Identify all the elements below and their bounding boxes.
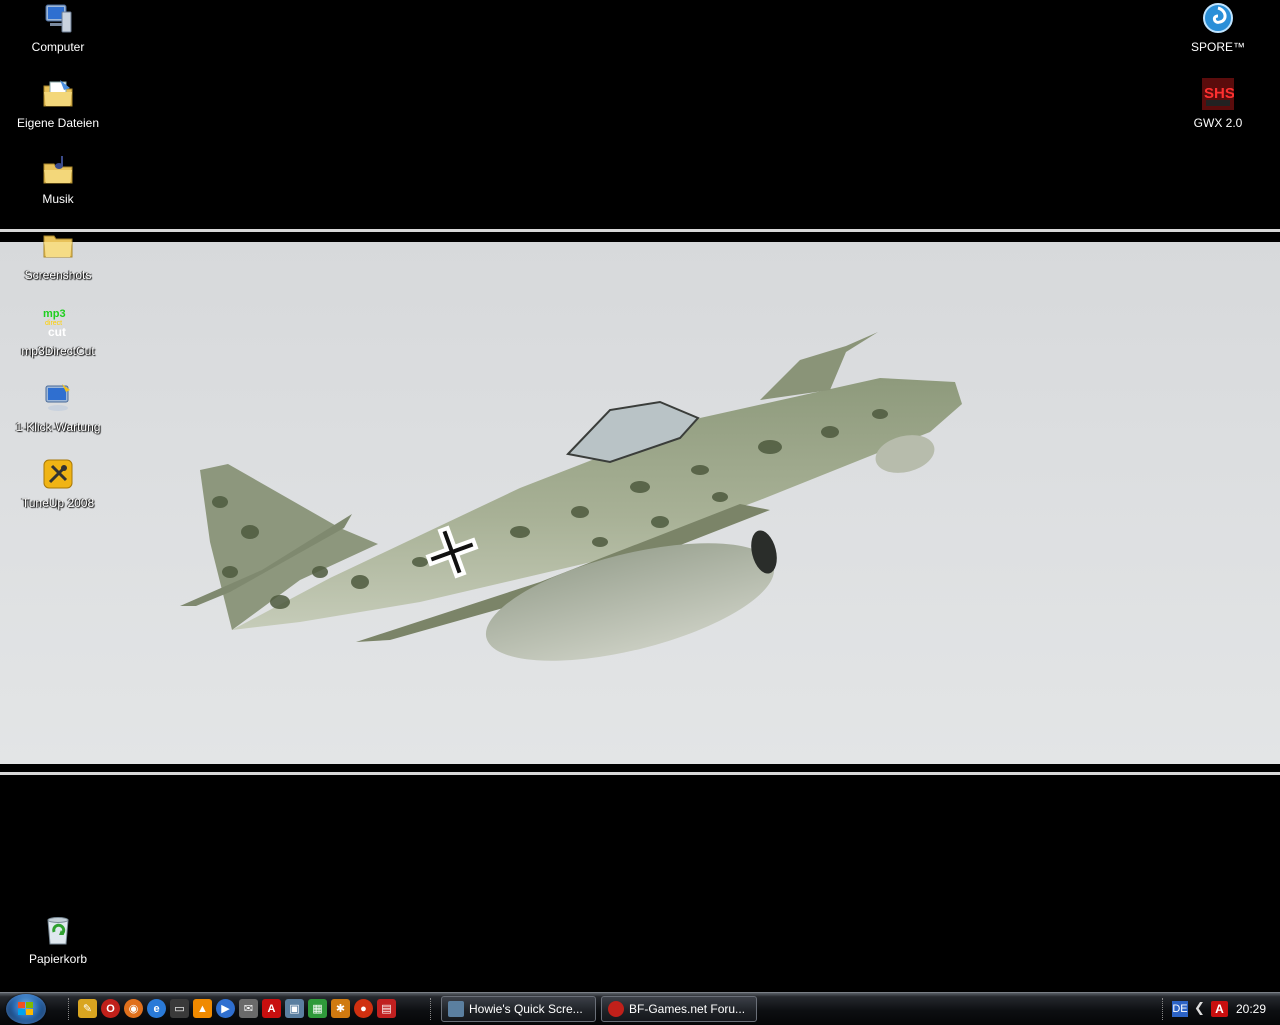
task-button-bf-games-forum[interactable]: BF-Games.net Foru... <box>601 996 757 1022</box>
task-button-label: Howie's Quick Scre... <box>469 1002 583 1016</box>
desktop-icon-computer[interactable]: Computer <box>3 2 113 54</box>
tray-grip <box>1162 998 1166 1020</box>
desktop-icon-musik[interactable]: Musik <box>3 154 113 206</box>
desktop-wallpaper <box>0 0 1280 992</box>
svg-text:cut: cut <box>48 325 66 338</box>
chevron-left-icon[interactable]: ❮ <box>1194 1000 1205 1016</box>
settings-icon[interactable]: ✱ <box>331 999 350 1018</box>
desktop-icon-label: Eigene Dateien <box>16 116 100 130</box>
desktop-icon-label: SPORE™ <box>1190 40 1245 54</box>
wallpaper-bottom-stripe <box>0 772 1280 775</box>
mp3directcut-icon: mp3 direct cut <box>42 306 74 339</box>
tuneup-icon <box>42 458 74 490</box>
system-tray: DE ❮ A 20:29 <box>1160 993 1280 1025</box>
screenshot-tool-icon <box>448 1001 464 1017</box>
opera-icon <box>608 1001 624 1017</box>
desktop-icon-label: Screenshots <box>24 268 92 282</box>
desktop-icon-label: GWX 2.0 <box>1193 116 1243 130</box>
gwx-icon: SHS <box>1202 78 1235 110</box>
avira-icon[interactable]: A <box>262 999 281 1018</box>
svg-text:SHS: SHS <box>1204 85 1234 102</box>
desktop-icon-tuneup-2008[interactable]: TuneUp 2008 <box>3 458 113 510</box>
quick-launch-bar: ✎ O ◉ e ▭ ▲ ▶ ✉ A ▣ ▦ ✱ ● ▤ <box>78 999 396 1019</box>
documents-folder-icon <box>42 78 74 110</box>
mail-icon[interactable]: ✉ <box>239 999 258 1018</box>
pencil-icon[interactable]: ✎ <box>78 999 97 1018</box>
language-indicator[interactable]: DE <box>1172 1001 1188 1017</box>
firefox-icon[interactable]: ◉ <box>124 999 143 1018</box>
aircraft-illustration <box>180 332 962 661</box>
media-player-icon[interactable]: ▶ <box>216 999 235 1018</box>
start-button[interactable] <box>6 994 46 1024</box>
spore-icon <box>1202 2 1234 34</box>
vlc-icon[interactable]: ▲ <box>193 999 212 1018</box>
wallpaper-photo <box>0 242 1280 764</box>
maintenance-icon <box>42 382 74 414</box>
desktop-icon-screenshots[interactable]: Screenshots <box>3 230 113 282</box>
toolbar-grip[interactable] <box>430 998 434 1020</box>
desktop-icon-label: mp3DirectCut <box>21 344 95 358</box>
network-icon[interactable]: ▦ <box>308 999 327 1018</box>
internet-explorer-icon[interactable]: e <box>147 999 166 1018</box>
avira-icon[interactable]: A <box>1211 1001 1228 1017</box>
desktop-icon-label: Papierkorb <box>28 952 88 966</box>
desktop-icon-papierkorb[interactable]: Papierkorb <box>3 914 113 966</box>
gift-icon[interactable]: ▤ <box>377 999 396 1018</box>
svg-text:mp3: mp3 <box>43 308 66 320</box>
desktop-icon-eigene-dateien[interactable]: Eigene Dateien <box>3 78 113 130</box>
clock[interactable]: 20:29 <box>1236 1002 1266 1016</box>
recycle-bin-icon <box>42 914 74 946</box>
music-folder-icon <box>42 154 74 186</box>
desktop-icon-label: TuneUp 2008 <box>21 496 95 510</box>
task-button-howies-quick-screencap[interactable]: Howie's Quick Scre... <box>441 996 596 1022</box>
desktop-icon-gwx[interactable]: SHS GWX 2.0 <box>1163 78 1273 130</box>
taskbar: ✎ O ◉ e ▭ ▲ ▶ ✉ A ▣ ▦ ✱ ● ▤ Howie's Quic… <box>0 992 1280 1025</box>
desktop-icon-spore[interactable]: SPORE™ <box>1163 2 1273 54</box>
desktop-icon-label: 1-Klick-Wartung <box>15 420 101 434</box>
windows-start-icon <box>18 1002 33 1015</box>
wallpaper-top-stripe <box>0 229 1280 232</box>
task-button-label: BF-Games.net Foru... <box>629 1002 746 1016</box>
toolbar-grip[interactable] <box>68 998 72 1020</box>
computer-icon <box>42 2 74 34</box>
desktop-icon-1-klick-wartung[interactable]: 1-Klick-Wartung <box>3 382 113 434</box>
desktop-icon-label: Computer <box>31 40 85 54</box>
record-icon[interactable]: ● <box>354 999 373 1018</box>
screenshot-tool-icon[interactable]: ▣ <box>285 999 304 1018</box>
desktop-icon-mp3directcut[interactable]: mp3 direct cut mp3DirectCut <box>3 306 113 358</box>
folder-icon <box>42 230 74 262</box>
terminal-icon[interactable]: ▭ <box>170 999 189 1018</box>
opera-icon[interactable]: O <box>101 999 120 1018</box>
desktop-icon-label: Musik <box>42 192 74 206</box>
